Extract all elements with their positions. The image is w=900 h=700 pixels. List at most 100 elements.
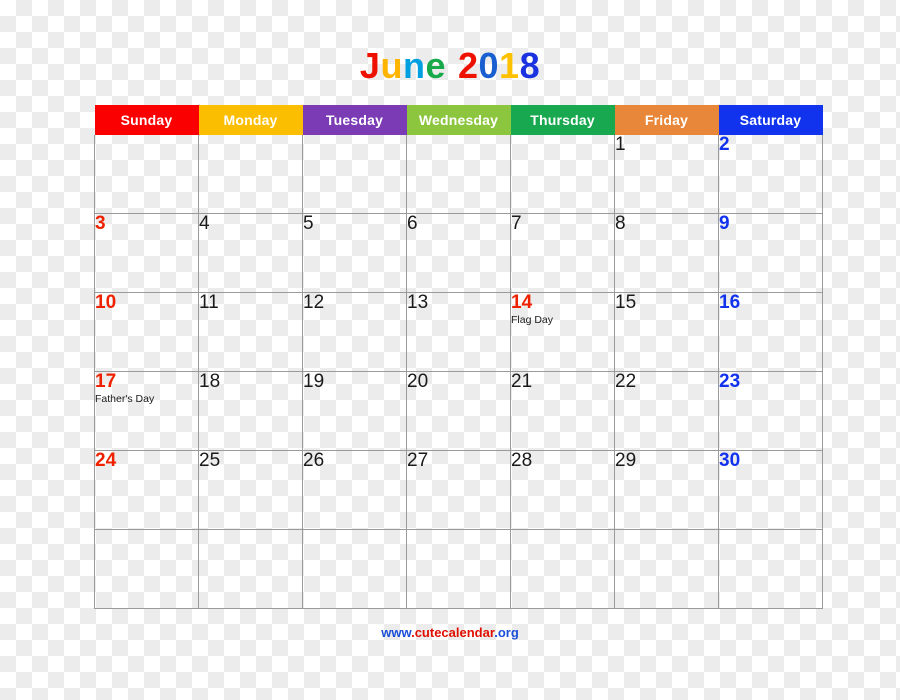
- day-cell-14[interactable]: 14 Flag Day: [510, 292, 615, 372]
- day-cell-7[interactable]: 7: [510, 213, 615, 293]
- day-cell-22[interactable]: 22: [614, 371, 719, 451]
- date-number: 8: [615, 213, 626, 234]
- date-number: 25: [199, 450, 221, 471]
- day-cell-6[interactable]: 6: [406, 213, 511, 293]
- day-cell-20[interactable]: 20: [406, 371, 511, 451]
- title-letter: u: [380, 45, 403, 86]
- day-cell-empty: [406, 135, 511, 214]
- day-name-header-row: Sunday Monday Tuesday Wednesday Thursday Frid…: [94, 105, 823, 135]
- week-row: 17 Father's Day 18 19 20 21 22 23: [94, 371, 823, 451]
- footer-website-url[interactable]: www.cutecalendar.org: [0, 625, 900, 640]
- date-number: 18: [199, 371, 221, 392]
- date-number: 14: [511, 292, 533, 313]
- day-cell-1[interactable]: 1: [614, 134, 719, 214]
- day-cell-empty: [302, 135, 407, 214]
- date-number: 15: [615, 292, 637, 313]
- day-header-friday: Friday: [614, 105, 719, 135]
- date-number: 11: [199, 292, 219, 313]
- date-number: 28: [511, 450, 533, 471]
- date-number: 7: [511, 213, 522, 234]
- day-cell-16[interactable]: 16: [718, 292, 823, 372]
- title-letter: 0: [478, 45, 500, 86]
- day-header-thursday: Thursday: [510, 105, 615, 135]
- day-cell-23[interactable]: 23: [718, 371, 823, 451]
- week-row: [94, 529, 823, 609]
- date-number: 13: [407, 292, 429, 313]
- date-number: 10: [95, 292, 117, 313]
- day-cell-18[interactable]: 18: [198, 371, 303, 451]
- day-cell-13[interactable]: 13: [406, 292, 511, 372]
- title-letter: J: [359, 45, 381, 86]
- date-number: 4: [199, 213, 210, 234]
- day-cell-10[interactable]: 10: [94, 292, 199, 372]
- day-header-wednesday: Wednesday: [406, 105, 511, 135]
- day-cell-empty: [198, 135, 303, 214]
- date-number: 22: [615, 371, 637, 392]
- day-cell-12[interactable]: 12: [302, 292, 407, 372]
- day-cell-24[interactable]: 24: [94, 450, 199, 530]
- week-row: 12: [94, 134, 823, 214]
- calendar-grid: Sunday Monday Tuesday Wednesday Thursday Frid…: [94, 105, 823, 609]
- title-letter: n: [402, 45, 426, 86]
- page-title: June 2018: [0, 48, 900, 84]
- date-number: 24: [95, 450, 117, 471]
- day-cell-empty: [198, 529, 303, 609]
- date-number: 29: [615, 450, 637, 471]
- day-cell-26[interactable]: 26: [302, 450, 407, 530]
- footer-url-segment: org: [497, 625, 519, 640]
- date-number: 17: [95, 371, 117, 392]
- date-number: 21: [511, 371, 533, 392]
- day-cell-15[interactable]: 15: [614, 292, 719, 372]
- date-number: 5: [303, 213, 314, 234]
- day-cell-17[interactable]: 17 Father's Day: [94, 371, 199, 451]
- date-number: 16: [719, 292, 741, 313]
- date-number: 19: [303, 371, 325, 392]
- date-number: 2: [719, 134, 730, 155]
- day-cell-empty: [718, 529, 823, 609]
- day-cell-11[interactable]: 11: [198, 292, 303, 372]
- day-cell-4[interactable]: 4: [198, 213, 303, 293]
- day-cell-empty: [406, 529, 511, 609]
- footer-url-segment: www: [381, 625, 412, 640]
- day-cell-25[interactable]: 25: [198, 450, 303, 530]
- day-cell-27[interactable]: 27: [406, 450, 511, 530]
- title-letter: 1: [499, 45, 520, 86]
- week-row: 3 4 5 6 7 8 9: [94, 213, 823, 293]
- day-cell-empty: [94, 529, 199, 609]
- day-cell-29[interactable]: 29: [614, 450, 719, 530]
- date-number: 12: [303, 292, 325, 313]
- event-label: Father's Day: [95, 393, 155, 405]
- day-header-sunday: Sunday: [94, 105, 199, 135]
- week-row: 10 11 12 13 14 Flag Day 15 16: [94, 292, 823, 372]
- event-label: Flag Day: [511, 314, 554, 326]
- date-number: 26: [303, 450, 325, 471]
- day-cell-2[interactable]: 2: [718, 134, 823, 214]
- date-number: 27: [407, 450, 429, 471]
- title-letter: 8: [519, 45, 541, 86]
- day-header-saturday: Saturday: [718, 105, 823, 135]
- week-row: 24 25 26 27 28 29 30: [94, 450, 823, 530]
- day-cell-3[interactable]: 3: [94, 213, 199, 293]
- day-cell-19[interactable]: 19: [302, 371, 407, 451]
- day-cell-28[interactable]: 28: [510, 450, 615, 530]
- day-cell-empty: [94, 135, 199, 214]
- day-cell-empty: [510, 529, 615, 609]
- day-cell-5[interactable]: 5: [302, 213, 407, 293]
- date-number: 3: [95, 213, 106, 234]
- day-cell-8[interactable]: 8: [614, 213, 719, 293]
- day-header-tuesday: Tuesday: [302, 105, 407, 135]
- date-number: 23: [719, 371, 741, 392]
- title-letter: e: [425, 45, 446, 86]
- calendar-page: June 2018 Sunday Monday Tuesday Wednesday Thu…: [0, 0, 900, 700]
- day-cell-empty: [510, 135, 615, 214]
- footer-url-segment: cutecalendar: [414, 625, 495, 640]
- day-header-monday: Monday: [198, 105, 303, 135]
- day-cell-30[interactable]: 30: [718, 450, 823, 530]
- day-cell-21[interactable]: 21: [510, 371, 615, 451]
- day-cell-9[interactable]: 9: [718, 213, 823, 293]
- title-letter: 2: [457, 45, 479, 86]
- date-number: 30: [719, 450, 741, 471]
- date-number: 20: [407, 371, 429, 392]
- date-number: 1: [615, 134, 626, 155]
- day-cell-empty: [614, 529, 719, 609]
